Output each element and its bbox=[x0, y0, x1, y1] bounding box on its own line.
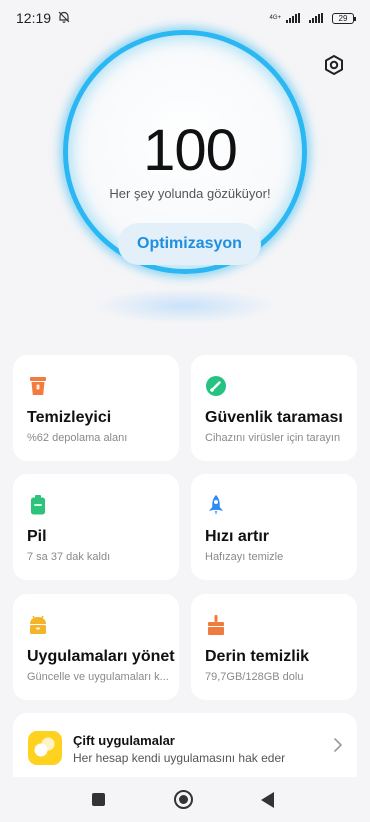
battery-icon bbox=[31, 495, 45, 515]
score-glow bbox=[93, 288, 277, 324]
back-icon[interactable] bbox=[261, 792, 274, 808]
card-cleaner[interactable]: Temizleyici %62 depolama alanı bbox=[13, 355, 179, 461]
card-title: Uygulamaları yönet bbox=[27, 648, 175, 665]
score-value: 100 bbox=[143, 118, 238, 183]
security-scan-icon bbox=[206, 376, 226, 396]
notifications-off-icon bbox=[57, 10, 71, 27]
rocket-icon bbox=[209, 495, 223, 515]
dual-apps-item[interactable]: Çift uygulamalar Her hesap kendi uygulam… bbox=[13, 713, 357, 777]
card-title: Hızı artır bbox=[205, 528, 270, 545]
card-battery[interactable]: Pil 7 sa 37 dak kaldı bbox=[13, 474, 179, 580]
card-desc: %62 depolama alanı bbox=[27, 432, 128, 444]
card-desc: Cihazını virüsler için tarayın bbox=[205, 432, 341, 444]
card-title: Temizleyici bbox=[27, 409, 112, 426]
dual-apps-title: Çift uygulamalar bbox=[73, 733, 175, 748]
broom-icon bbox=[208, 615, 224, 635]
card-deep-clean[interactable]: Derin temizlik 79,7GB/128GB dolu bbox=[191, 594, 357, 700]
status-time: 12:19 bbox=[16, 10, 52, 26]
dual-apps-icon bbox=[28, 731, 62, 765]
navigation-bar bbox=[0, 777, 370, 822]
card-title: Güvenlik taraması bbox=[205, 409, 343, 426]
chevron-right-icon bbox=[334, 738, 342, 752]
dual-apps-desc: Her hesap kendi uygulamasını hak eder bbox=[73, 751, 286, 765]
score-ring: 100 Her şey yolunda gözüküyor! Optimizas… bbox=[63, 30, 307, 274]
score-panel: 100 Her şey yolunda gözüküyor! Optimizas… bbox=[63, 30, 307, 324]
card-title: Pil bbox=[27, 528, 47, 545]
card-security-scan[interactable]: Güvenlik taraması Cihazını virüsler için… bbox=[191, 355, 357, 461]
battery-indicator: 29 bbox=[332, 12, 356, 24]
settings-button[interactable] bbox=[321, 52, 347, 78]
network-type: 4G+ bbox=[269, 15, 281, 21]
recents-icon[interactable] bbox=[92, 793, 105, 806]
card-speed-boost[interactable]: Hızı artır Hafızayı temizle bbox=[191, 474, 357, 580]
score-subtitle: Her şey yolunda gözüküyor! bbox=[109, 186, 271, 201]
android-icon bbox=[30, 615, 46, 634]
card-desc: 7 sa 37 dak kaldı bbox=[27, 551, 111, 563]
signal-icon bbox=[286, 13, 300, 23]
card-desc: Hafızayı temizle bbox=[205, 551, 284, 563]
card-title: Derin temizlik bbox=[205, 648, 310, 665]
card-manage-apps[interactable]: Uygulamaları yönet Güncelle ve uygulamal… bbox=[13, 594, 179, 700]
card-desc: 79,7GB/128GB dolu bbox=[205, 671, 304, 683]
optimize-button[interactable]: Optimizasyon bbox=[118, 223, 261, 265]
trash-icon bbox=[30, 377, 46, 395]
signal-icon-2 bbox=[309, 13, 323, 23]
gear-icon bbox=[325, 55, 343, 75]
card-desc: Güncelle ve uygulamaları k... bbox=[27, 671, 169, 683]
home-icon[interactable] bbox=[174, 790, 193, 809]
